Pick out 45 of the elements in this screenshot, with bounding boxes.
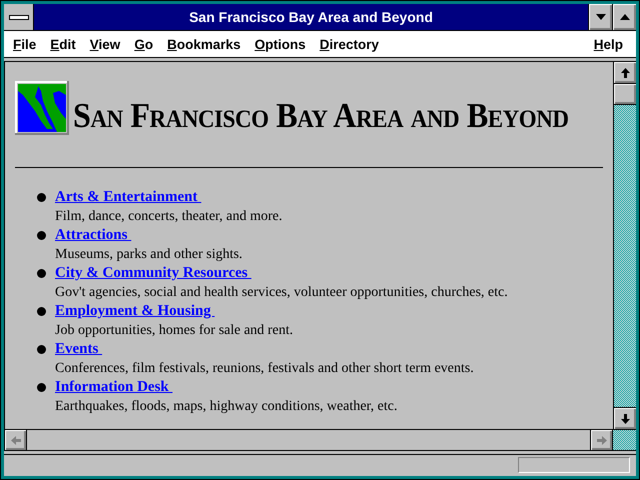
bullet-icon <box>37 383 46 392</box>
category-description: Earthquakes, floods, maps, highway conditions, weather, etc. <box>55 398 398 416</box>
menu-item[interactable]: File <box>8 36 46 52</box>
category-link[interactable]: Attractions <box>55 227 132 243</box>
bullet-icon <box>37 193 46 202</box>
menu-item[interactable]: Options <box>250 36 315 52</box>
down-arrow-icon <box>620 414 630 424</box>
minimize-button[interactable] <box>588 4 612 30</box>
bullet-icon <box>37 345 46 354</box>
category-link[interactable]: Events <box>55 341 102 357</box>
category-link[interactable]: Information Desk <box>55 379 173 395</box>
bullet-icon <box>37 269 46 278</box>
category-description: Museums, parks and other sights. <box>55 246 242 264</box>
up-arrow-icon <box>620 68 630 78</box>
horizontal-scrollbar[interactable] <box>4 430 612 450</box>
window-title: San Francisco Bay Area and Beyond <box>188 8 434 27</box>
left-arrow-icon <box>10 436 20 444</box>
scroll-thumb[interactable] <box>614 84 636 105</box>
menu-item[interactable]: View <box>84 36 130 52</box>
up-triangle-icon <box>620 14 630 20</box>
category-description: Film, dance, concerts, theater, and more. <box>55 208 282 226</box>
category-link[interactable]: Employment & Housing <box>55 303 215 319</box>
menu-item[interactable]: Help <box>588 36 632 52</box>
scroll-left-button[interactable] <box>5 430 27 450</box>
category-link[interactable]: City & Community Resources <box>55 265 252 281</box>
scroll-up-button[interactable] <box>614 62 636 84</box>
maximize-button[interactable] <box>612 4 636 30</box>
menu-item[interactable]: Bookmarks <box>162 36 250 52</box>
menu-item[interactable]: Go <box>129 36 162 52</box>
bullet-icon <box>37 231 46 240</box>
category-description: Gov't agencies, social and health services, volunteer opportunities, churches, etc. <box>55 284 508 302</box>
page-heading: San Francisco Bay Area and Beyond <box>73 95 569 133</box>
system-menu-button[interactable] <box>4 4 34 30</box>
bay-map-icon <box>15 81 69 135</box>
scroll-down-button[interactable] <box>614 407 636 429</box>
category-description: Conferences, film festivals, reunions, festivals and other short term events. <box>55 360 474 378</box>
category-link[interactable]: Arts & Entertainment <box>55 189 202 205</box>
category-description: Job opportunities, homes for sale and rent. <box>55 322 293 340</box>
right-arrow-icon <box>596 436 606 444</box>
menu-item[interactable]: Directory <box>314 36 388 52</box>
down-triangle-icon <box>596 14 606 20</box>
vertical-scrollbar[interactable] <box>613 61 636 429</box>
menu-item[interactable]: Edit <box>45 36 85 52</box>
scroll-right-button[interactable] <box>590 430 612 450</box>
bullet-icon <box>37 307 46 316</box>
